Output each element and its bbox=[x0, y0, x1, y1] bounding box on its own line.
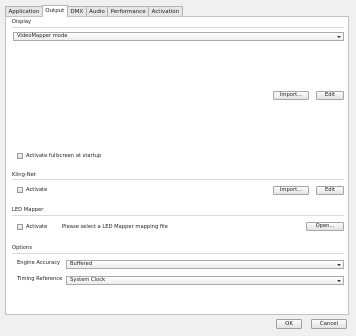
fullscreen-checkbox[interactable] bbox=[17, 153, 23, 159]
engine-accuracy-label: Engine Accuracy bbox=[17, 260, 61, 266]
cancel-button[interactable]: Cancel bbox=[311, 319, 347, 329]
engine-accuracy-value: Buffered bbox=[70, 261, 93, 267]
led-mapper-open-button[interactable]: Open... bbox=[306, 222, 344, 231]
engine-accuracy-select[interactable]: Buffered bbox=[66, 260, 344, 269]
timing-reference-label: Timing Reference bbox=[17, 276, 63, 282]
led-mapper-divider bbox=[12, 215, 344, 216]
display-import-button[interactable]: Import... bbox=[273, 91, 309, 100]
chevron-down-icon bbox=[337, 263, 341, 266]
kling-net-activate-label: Activate bbox=[26, 187, 48, 193]
options-section-title: Options bbox=[12, 245, 33, 251]
ok-button[interactable]: OK bbox=[276, 319, 302, 329]
display-mode-value: VideoMapper mode bbox=[17, 33, 68, 39]
kling-net-section-title: Kling-Net bbox=[12, 172, 36, 178]
kling-net-edit-button[interactable]: Edit bbox=[316, 186, 344, 195]
led-mapper-section-title: LED Mapper bbox=[12, 207, 44, 213]
fullscreen-label: Activate fullscreen at startup bbox=[26, 153, 102, 159]
display-mode-select[interactable]: VideoMapper mode bbox=[13, 32, 344, 41]
led-mapper-status-message: Please select a LED Mapper mapping file bbox=[62, 224, 168, 230]
led-mapper-activate-checkbox[interactable] bbox=[17, 224, 23, 230]
tab-output[interactable]: Output bbox=[41, 5, 68, 17]
output-tab-panel bbox=[5, 16, 349, 315]
tab-strip: Application Output DMX Audio Performance… bbox=[5, 5, 183, 17]
timing-reference-select[interactable]: System Clock bbox=[66, 276, 344, 285]
kling-net-activate-checkbox[interactable] bbox=[17, 187, 23, 193]
timing-reference-value: System Clock bbox=[70, 277, 106, 283]
chevron-down-icon bbox=[337, 279, 341, 282]
display-edit-button[interactable]: Edit bbox=[316, 91, 344, 100]
kling-net-divider bbox=[12, 179, 344, 180]
display-section-title: Display bbox=[12, 19, 32, 25]
options-divider bbox=[12, 253, 344, 254]
kling-net-import-button[interactable]: Import... bbox=[273, 186, 309, 195]
chevron-down-icon bbox=[337, 35, 341, 38]
display-divider bbox=[12, 27, 344, 28]
led-mapper-activate-label: Activate bbox=[26, 224, 48, 230]
